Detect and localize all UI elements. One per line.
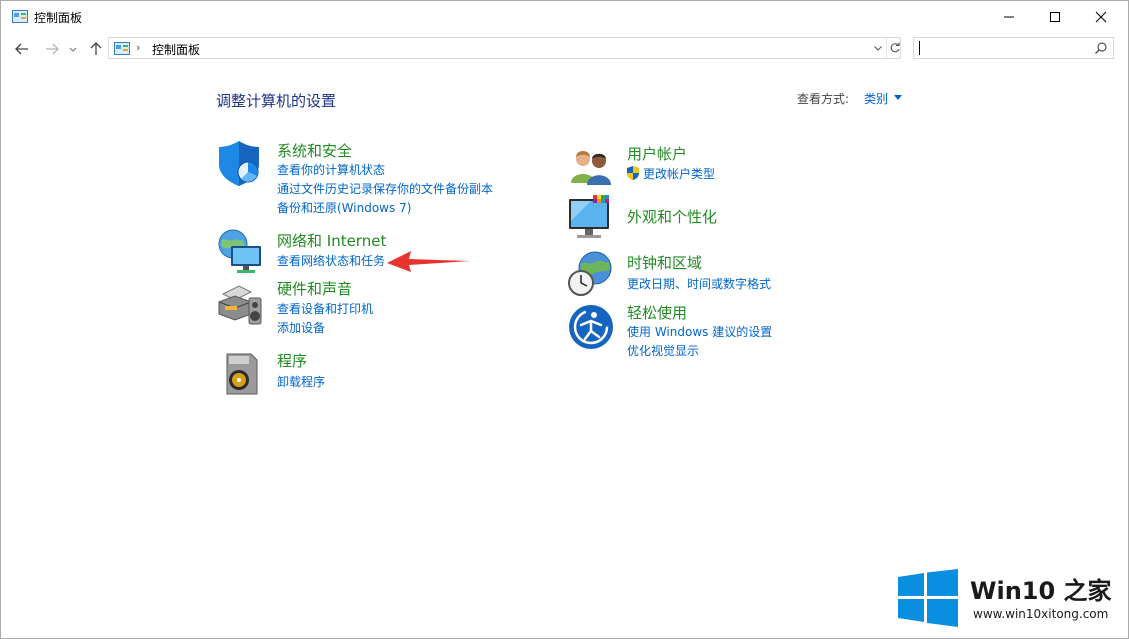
close-button[interactable]	[1078, 1, 1124, 33]
link-view-computer-status[interactable]: 查看你的计算机状态	[277, 161, 385, 178]
navigation-bar: › 控制面板	[1, 33, 1128, 65]
view-by-label: 查看方式:	[797, 92, 850, 106]
arrow-left-icon	[15, 43, 28, 55]
search-input[interactable]	[922, 39, 1092, 57]
link-add-device[interactable]: 添加设备	[277, 319, 325, 336]
category-title-programs[interactable]: 程序	[277, 350, 307, 371]
programs-disc-icon[interactable]	[217, 350, 265, 398]
back-button[interactable]	[12, 39, 32, 59]
windows-logo-icon	[898, 569, 958, 627]
title-bar[interactable]: 控制面板	[1, 1, 1128, 33]
watermark-url: www.win10xitong.com	[973, 607, 1109, 621]
red-arrow-annotation	[387, 251, 470, 272]
refresh-button[interactable]	[886, 38, 902, 58]
maximize-button[interactable]	[1032, 1, 1078, 33]
maximize-icon	[1050, 12, 1060, 22]
text-caret	[919, 41, 920, 55]
breadcrumb-control-panel[interactable]: 控制面板	[152, 41, 200, 58]
category-title-system-security[interactable]: 系统和安全	[277, 140, 352, 161]
watermark-title: Win10 之家	[970, 577, 1112, 605]
category-title-user-accounts[interactable]: 用户帐户	[627, 143, 687, 164]
page-title: 调整计算机的设置	[216, 92, 337, 110]
link-change-date-time-format[interactable]: 更改日期、时间或数字格式	[627, 275, 771, 292]
arrow-right-icon	[46, 43, 59, 55]
control-panel-icon	[114, 42, 130, 55]
link-devices-printers[interactable]: 查看设备和打印机	[277, 300, 373, 317]
watermark: Win10 之家 www.win10xitong.com	[898, 569, 1123, 629]
link-uninstall-program[interactable]: 卸载程序	[277, 373, 325, 390]
forward-button[interactable]	[42, 39, 62, 59]
category-title-network-internet[interactable]: 网络和 Internet	[277, 230, 386, 251]
link-change-account-type[interactable]: 更改帐户类型	[643, 165, 715, 182]
main-content: 调整计算机的设置 查看方式: 类别 系统和安全 查看你的计算机状态 通过文件历史…	[1, 65, 1128, 638]
address-bar[interactable]: › 控制面板	[108, 37, 901, 59]
view-by-dropdown[interactable]: 类别	[864, 90, 888, 107]
dropdown-arrow-icon[interactable]	[894, 95, 902, 100]
uac-shield-icon	[627, 166, 639, 180]
window-title: 控制面板	[34, 11, 83, 25]
breadcrumb-separator[interactable]: ›	[136, 41, 140, 54]
printer-speaker-icon[interactable]	[217, 280, 265, 328]
refresh-icon	[890, 42, 900, 53]
search-box[interactable]	[913, 37, 1114, 59]
category-title-ease-of-access[interactable]: 轻松使用	[627, 302, 687, 323]
link-windows-recommended-settings[interactable]: 使用 Windows 建议的设置	[627, 323, 772, 340]
category-title-hardware-sound[interactable]: 硬件和声音	[277, 278, 352, 299]
close-icon	[1095, 11, 1107, 23]
control-panel-window: 控制面板 › 控制面板 调整计算机的设置 查看方式: 类别 系统和安全 查看你的…	[0, 0, 1129, 639]
minimize-icon	[1004, 16, 1014, 18]
arrow-up-icon	[90, 42, 102, 55]
clock-globe-icon[interactable]	[567, 250, 615, 298]
minimize-button[interactable]	[986, 1, 1032, 33]
address-dropdown-button[interactable]	[870, 38, 886, 58]
link-network-status-tasks[interactable]: 查看网络状态和任务	[277, 252, 385, 269]
category-title-appearance-personalization[interactable]: 外观和个性化	[627, 206, 717, 227]
users-icon[interactable]	[567, 143, 615, 191]
chevron-down-icon	[69, 47, 77, 52]
ease-of-access-icon[interactable]	[567, 303, 615, 351]
up-button[interactable]	[86, 39, 106, 59]
search-icon[interactable]	[1094, 41, 1108, 55]
recent-locations-button[interactable]	[66, 39, 80, 59]
monitor-palette-icon[interactable]	[567, 195, 615, 243]
chevron-down-icon	[874, 46, 882, 51]
link-backup-restore[interactable]: 备份和还原(Windows 7)	[277, 199, 411, 216]
control-panel-icon	[12, 10, 28, 23]
shield-icon[interactable]	[217, 140, 265, 188]
network-globe-icon[interactable]	[217, 228, 265, 276]
link-optimize-visual-display[interactable]: 优化视觉显示	[627, 342, 699, 359]
link-file-history-backup[interactable]: 通过文件历史记录保存你的文件备份副本	[277, 180, 493, 197]
category-title-clock-region[interactable]: 时钟和区域	[627, 252, 702, 273]
